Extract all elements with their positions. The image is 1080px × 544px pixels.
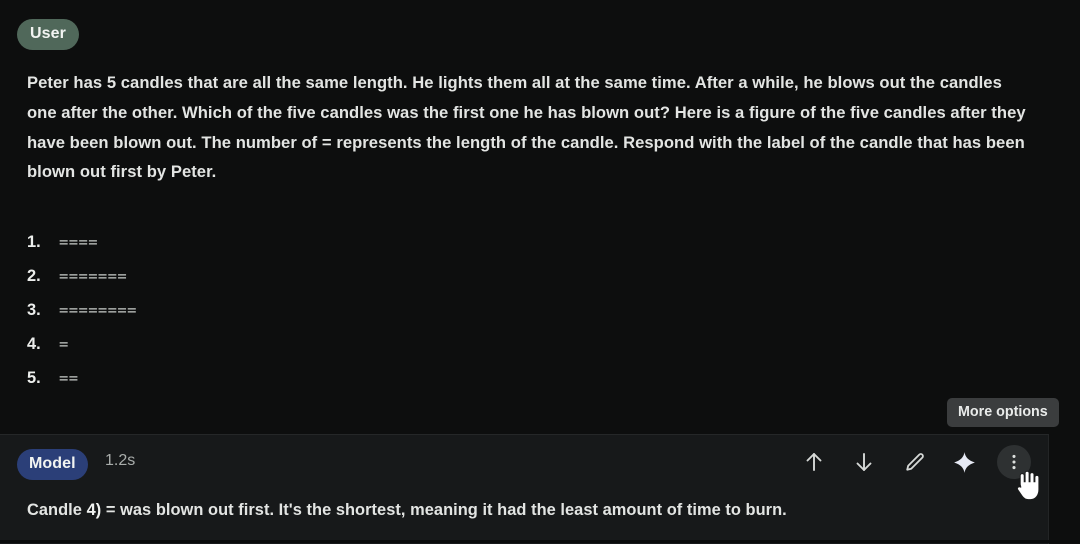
list-item-number: 5. [27,369,41,387]
model-answer-prefix: Candle [27,501,87,519]
edit-button[interactable] [897,445,931,479]
user-role-badge: User [17,19,79,50]
model-answer-suffix: = was blown out first. It's the shortest… [101,501,787,519]
arrow-up-button[interactable] [797,445,831,479]
list-item: 3. ======== [27,301,137,335]
list-item-number: 2. [27,267,41,285]
list-item-bars: == [59,369,79,387]
list-item-bars: ======= [59,267,128,285]
more-options-tooltip: More options [947,398,1059,428]
list-item-bars: ==== [59,233,98,251]
list-item-bars: = [59,335,69,353]
arrow-down-button[interactable] [847,445,881,479]
list-item: 5. == [27,369,137,403]
model-role-badge: Model [17,449,88,480]
list-item: 2. ======= [27,267,137,301]
user-turn: User Peter has 5 candles that are all th… [0,0,1080,432]
model-action-bar [797,445,1031,479]
model-answer-emphasis: 4) [86,501,102,519]
list-item-bars: ======== [59,301,137,319]
pencil-icon [904,452,925,473]
arrow-down-icon [854,451,874,473]
model-turn: Model 1.2s Candle 4) = was blown out fir… [0,434,1049,544]
arrow-up-icon [804,451,824,473]
model-latency-label: 1.2s [105,452,136,469]
list-item-number: 1. [27,233,41,251]
list-item: 4. = [27,335,137,369]
rerun-button[interactable] [947,445,981,479]
candle-list: 1. ==== 2. ======= 3. ======== 4. = 5. =… [27,233,137,403]
user-prompt-text: Peter has 5 candles that are all the sam… [27,73,1026,182]
sparkle-icon [953,451,976,474]
more-vertical-icon [1005,453,1023,471]
more-options-button[interactable] [997,445,1031,479]
list-item: 1. ==== [27,233,137,267]
list-item-number: 3. [27,301,41,319]
list-item-number: 4. [27,335,41,353]
model-answer-text: Candle 4) = was blown out first. It's th… [27,497,787,523]
